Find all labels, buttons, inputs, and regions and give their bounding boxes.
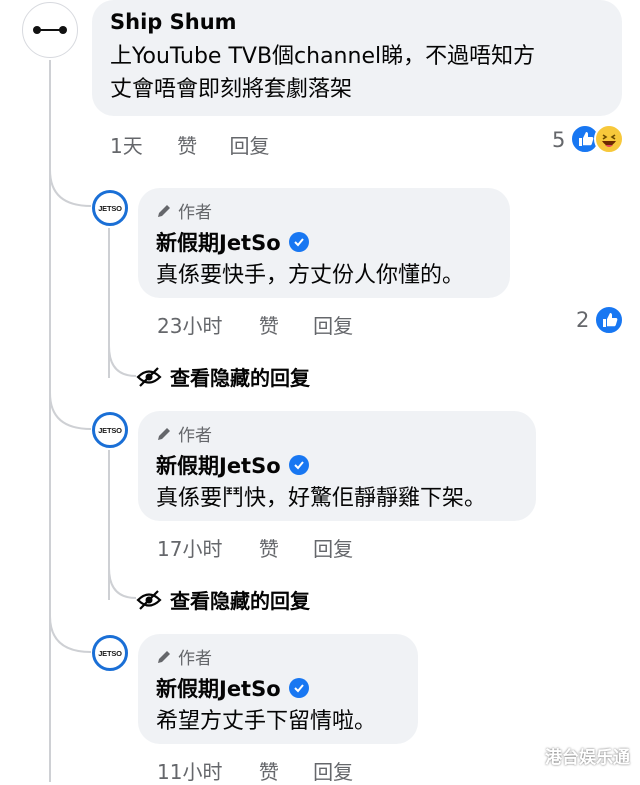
avatar[interactable]: JETSO: [92, 412, 128, 448]
reply-text: 真係要鬥快，好驚佢靜靜雞下架。: [156, 486, 487, 511]
like-icon[interactable]: [594, 305, 624, 335]
author-badge: 作者: [156, 198, 492, 223]
like-button[interactable]: 赞: [259, 310, 279, 339]
comment-author[interactable]: Ship Shum: [110, 10, 604, 34]
reply-actions: 17小时 赞 回复: [157, 533, 353, 562]
reply-bubble: 作者 新假期JetSo 真係要快手，方丈份人你懂的。: [138, 188, 510, 298]
reply-actions: 11小时 赞 回复: [157, 756, 353, 785]
comment-text-line: 上YouTube TVB個channel睇，不過唔知方: [110, 44, 536, 69]
reply-button[interactable]: 回复: [313, 533, 353, 562]
author-badge-label: 作者: [178, 426, 212, 446]
thread-branch: [49, 170, 92, 207]
like-button[interactable]: 赞: [259, 533, 279, 562]
comment-text-line: 丈會唔會即刻將套劇落架: [110, 77, 353, 102]
verified-icon: [288, 232, 309, 252]
baymax-face-icon: [33, 26, 67, 34]
thread-branch: [49, 616, 92, 653]
reply-author[interactable]: 新假期JetSo: [156, 673, 281, 703]
reply-bubble: 作者 新假期JetSo 希望方丈手下留情啦。: [138, 634, 418, 744]
avatar-logo: JETSO: [98, 425, 122, 435]
hidden-replies-label: 查看隐藏的回复: [170, 366, 310, 390]
reaction-count[interactable]: 5: [552, 128, 565, 152]
pencil-icon: [158, 204, 170, 217]
pencil-icon: [158, 650, 170, 663]
reaction-count[interactable]: 2: [576, 308, 589, 332]
avatar[interactable]: JETSO: [92, 635, 128, 671]
reply-author[interactable]: 新假期JetSo: [156, 450, 281, 480]
like-button[interactable]: 赞: [259, 756, 279, 785]
verified-icon: [288, 455, 309, 475]
thread-branch: [108, 346, 137, 377]
comment-time: 1天: [110, 134, 143, 158]
reply-author[interactable]: 新假期JetSo: [156, 227, 281, 257]
author-badge-label: 作者: [178, 649, 212, 669]
comment-bubble: Ship Shum 上YouTube TVB個channel睇，不過唔知方 丈會…: [92, 0, 622, 116]
avatar[interactable]: JETSO: [92, 190, 128, 226]
comment-text: 上YouTube TVB個channel睇，不過唔知方 丈會唔會即刻將套劇落架: [110, 40, 604, 106]
eye-slash-icon: [136, 589, 162, 610]
reply-button[interactable]: 回复: [313, 310, 353, 339]
eye-slash-icon: [136, 366, 162, 387]
author-badge: 作者: [156, 644, 400, 669]
reply-time: 11小时: [157, 760, 223, 784]
watermark: 港台娱乐通: [545, 748, 630, 768]
view-hidden-replies-button[interactable]: 查看隐藏的回复: [136, 585, 310, 614]
view-hidden-replies-button[interactable]: 查看隐藏的回复: [136, 362, 310, 391]
reply-actions: 23小时 赞 回复: [157, 310, 353, 339]
author-badge-label: 作者: [178, 203, 212, 223]
avatar-logo: JETSO: [98, 203, 122, 213]
reply-text: 真係要快手，方丈份人你懂的。: [156, 263, 465, 288]
haha-icon[interactable]: [594, 124, 624, 154]
avatar-logo: JETSO: [98, 648, 122, 658]
reply-time: 17小时: [157, 537, 223, 561]
comment-actions: 1天 赞 回复: [110, 130, 269, 159]
reply-bubble: 作者 新假期JetSo 真係要鬥快，好驚佢靜靜雞下架。: [138, 411, 536, 521]
avatar[interactable]: [22, 2, 78, 58]
reply-button[interactable]: 回复: [229, 130, 269, 159]
pencil-icon: [158, 427, 170, 440]
reply-text: 希望方丈手下留情啦。: [156, 709, 377, 734]
thread-branch: [49, 393, 92, 430]
reply-button[interactable]: 回复: [313, 756, 353, 785]
hidden-replies-label: 查看隐藏的回复: [170, 589, 310, 613]
thread-branch: [108, 568, 137, 599]
verified-icon: [288, 678, 309, 698]
reply-time: 23小时: [157, 314, 223, 338]
like-button[interactable]: 赞: [177, 130, 197, 159]
author-badge: 作者: [156, 421, 518, 446]
